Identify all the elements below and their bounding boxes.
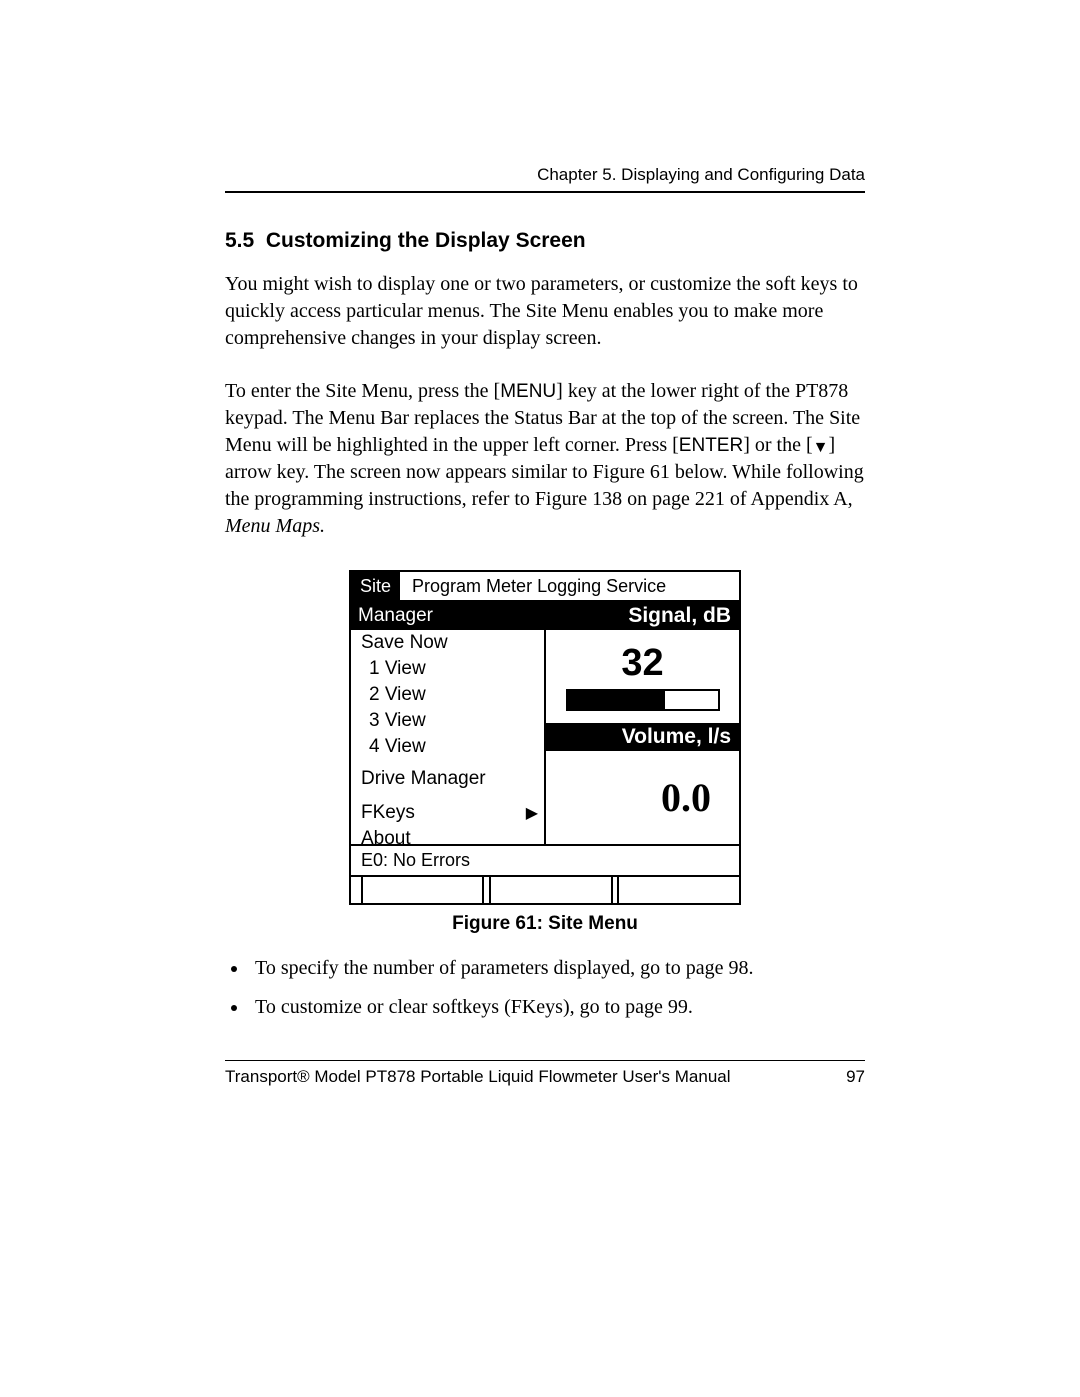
softkey-row [351, 877, 739, 903]
footer-title: Transport® Model PT878 Portable Liquid F… [225, 1067, 731, 1087]
softkey-2[interactable] [491, 877, 613, 903]
softkey-1[interactable] [363, 877, 485, 903]
signal-label: Signal, dB [546, 602, 739, 630]
signal-bar-fill [568, 691, 666, 709]
paragraph-1: You might wish to display one or two par… [225, 271, 865, 352]
menu-item-fkeys[interactable]: FKeys ▶ [351, 800, 544, 826]
screen-body: Manager Save Now 1 View 2 View 3 View 4 … [351, 602, 739, 846]
site-menu-dropdown: Manager Save Now 1 View 2 View 3 View 4 … [351, 602, 546, 844]
running-head: Chapter 5. Displaying and Configuring Da… [225, 165, 865, 185]
keycap-menu: MENU [500, 381, 556, 402]
menu-tab-site[interactable]: Site [351, 572, 402, 600]
menu-item-2-view[interactable]: 2 View [351, 682, 544, 708]
softkey-gap-1 [484, 877, 491, 903]
down-arrow-icon: ▼ [813, 437, 829, 459]
softkey-gap-2 [613, 877, 620, 903]
volume-value: 0.0 [546, 774, 739, 821]
header-rule [225, 191, 865, 193]
footer-rule [225, 1060, 865, 1061]
menu-item-manager[interactable]: Manager [351, 602, 544, 630]
manual-page: Chapter 5. Displaying and Configuring Da… [0, 0, 1080, 1397]
menu-item-1-view[interactable]: 1 View [351, 656, 544, 682]
signal-readout: 32 [546, 630, 739, 723]
softkey-3[interactable] [619, 877, 739, 903]
submenu-arrow-icon: ▶ [526, 803, 538, 823]
device-screen: Site Program Meter Logging Service Manag… [349, 570, 741, 905]
menu-item-3-view[interactable]: 3 View [351, 708, 544, 734]
menu-bar: Site Program Meter Logging Service [351, 572, 739, 602]
menu-item-about[interactable]: About [351, 826, 544, 852]
bullet-2: To customize or clear softkeys (FKeys), … [249, 996, 865, 1019]
section-title: Customizing the Display Screen [266, 229, 586, 252]
menu-item-fkeys-label: FKeys [361, 802, 415, 824]
keycap-enter: ENTER [679, 435, 743, 456]
figure-caption: Figure 61: Site Menu [225, 913, 865, 935]
readout-panel: Signal, dB 32 Volume, l/s 0.0 [546, 602, 739, 844]
signal-value: 32 [621, 642, 663, 685]
volume-label: Volume, l/s [546, 723, 739, 751]
page-footer: Transport® Model PT878 Portable Liquid F… [225, 1060, 865, 1087]
page-number: 97 [846, 1067, 865, 1087]
figure-61: Site Program Meter Logging Service Manag… [225, 570, 865, 935]
volume-readout: 0.0 [546, 751, 739, 844]
bullet-list: To specify the number of parameters disp… [225, 957, 865, 1019]
section-heading: 5.5 Customizing the Display Screen [225, 229, 865, 253]
menu-item-4-view[interactable]: 4 View [351, 734, 544, 760]
softkey-edge-left [351, 877, 363, 903]
menu-maps-ref: Menu Maps. [225, 515, 325, 537]
menu-tabs-rest[interactable]: Program Meter Logging Service [402, 572, 739, 600]
menu-item-save-now[interactable]: Save Now [351, 630, 544, 656]
bullet-1: To specify the number of parameters disp… [249, 957, 865, 980]
signal-bar [566, 689, 720, 711]
section-number: 5.5 [225, 229, 254, 252]
menu-item-drive-manager[interactable]: Drive Manager [351, 766, 544, 792]
paragraph-2: To enter the Site Menu, press the [MENU]… [225, 378, 865, 540]
